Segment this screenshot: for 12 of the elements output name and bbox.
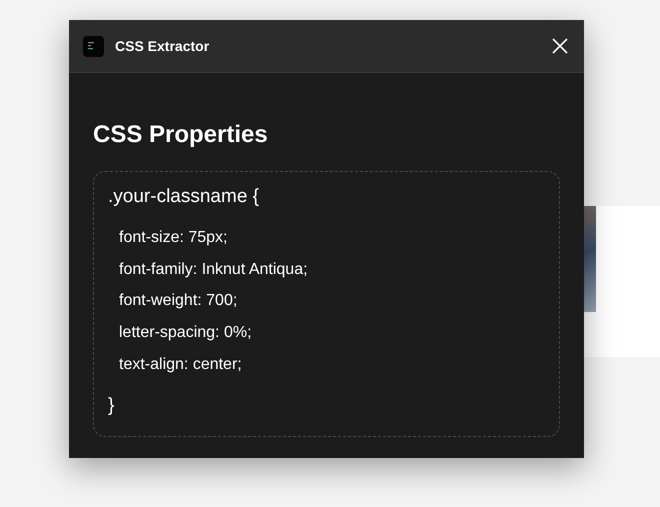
code-line: font-family: Inknut Antiqua; (119, 260, 309, 280)
dialog-title: CSS Extractor (115, 38, 210, 54)
code-line: font-size: 75px; (119, 228, 228, 248)
close-button[interactable] (550, 36, 570, 56)
close-icon (552, 38, 568, 54)
code-line: letter-spacing: 0%; (119, 323, 253, 344)
code-line: text-align: center; (119, 355, 243, 376)
code-line: } (108, 394, 116, 417)
code-line: font-weight: 700; (119, 291, 238, 312)
section-heading: CSS Properties (93, 121, 269, 149)
app-logo-icon (83, 36, 104, 56)
code-line: .your-classname { (108, 186, 260, 208)
